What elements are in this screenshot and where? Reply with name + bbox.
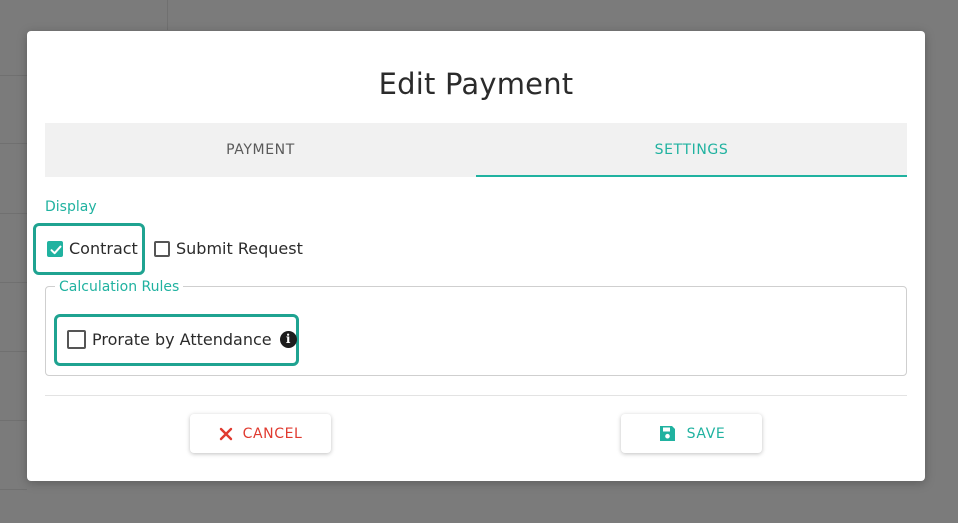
submit-request-label: Submit Request [176,239,303,258]
info-circle-icon[interactable]: i [279,331,297,348]
contract-option[interactable]: Contract [47,239,138,258]
prorate-label: Prorate by Attendance [92,330,272,349]
tab-bar: PAYMENT SETTINGS [45,123,907,177]
submit-request-option[interactable]: Submit Request [154,239,303,258]
footer-divider [45,395,907,396]
contract-label: Contract [69,239,138,258]
background-divider [0,420,27,421]
dialog-title: Edit Payment [378,67,574,101]
save-label: SAVE [686,425,726,442]
prorate-checkbox[interactable] [67,330,86,349]
close-icon [219,427,233,441]
background-divider [0,75,27,76]
display-section-label: Display [45,199,97,215]
cancel-label: CANCEL [242,425,303,442]
background-divider [0,282,27,283]
submit-request-checkbox[interactable] [154,240,170,257]
background-divider [0,143,27,144]
background-divider [0,213,27,214]
cancel-button[interactable]: CANCEL [190,414,331,453]
save-button[interactable]: SAVE [621,414,762,453]
edit-payment-dialog: Edit Payment PAYMENT SETTINGS Display Co… [27,31,925,481]
tab-payment[interactable]: PAYMENT [45,123,476,177]
floppy-disk-icon [658,424,677,443]
background-divider [167,0,168,30]
contract-checkbox[interactable] [47,240,63,257]
checkmark-icon [50,245,62,254]
tab-settings[interactable]: SETTINGS [476,123,907,177]
background-divider [0,489,27,490]
calculation-rules-label: Calculation Rules [55,279,184,295]
prorate-option[interactable]: Prorate by Attendance i [67,330,297,349]
background-divider [0,351,27,352]
